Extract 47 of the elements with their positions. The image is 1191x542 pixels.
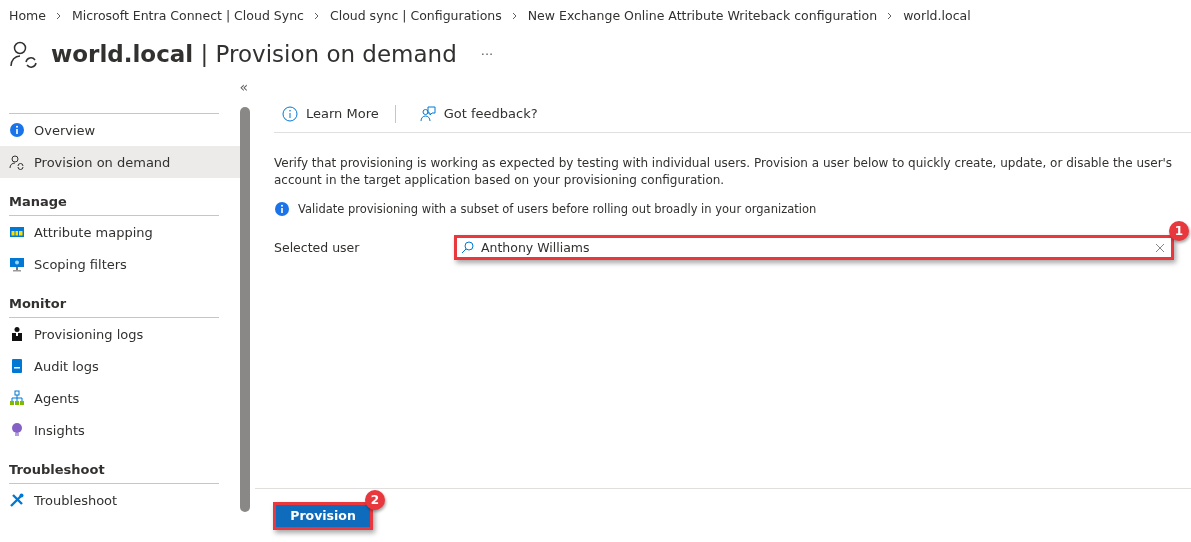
sidebar-item[interactable]: Insights — [0, 414, 240, 446]
feedback-icon — [419, 105, 436, 122]
section-heading: Troubleshoot — [8, 461, 106, 479]
breadcrumb-link[interactable]: Home — [9, 8, 46, 23]
table-icon — [9, 224, 25, 240]
more-button[interactable]: ··· — [480, 46, 494, 62]
toolbar-button[interactable]: Got feedback? — [411, 105, 538, 122]
field-label: Selected user — [274, 240, 361, 255]
toolbar-button[interactable]: Learn More — [274, 105, 379, 122]
section-heading: Monitor — [8, 295, 68, 313]
callout-badge: 2 — [365, 489, 385, 510]
sidebar-item[interactable]: Overview — [0, 114, 240, 146]
user-sync-icon — [9, 39, 39, 69]
network-icon — [9, 390, 25, 406]
breadcrumb-link[interactable]: world.local — [903, 8, 971, 23]
sidebar-item[interactable]: Agents — [0, 382, 240, 414]
sidebar-item[interactable]: Provision on demand — [0, 146, 240, 178]
sidebar-item[interactable]: Scoping filters — [0, 248, 240, 280]
chevron-icon — [510, 11, 519, 20]
scrollbar-thumb[interactable] — [240, 107, 250, 512]
description-text: Verify that provisioning is working as expected by testing with individual users. Provision a user below to quickly create, update, or disable the user's account in the target application based on your provisioning configuration. — [274, 155, 1174, 189]
breadcrumb-link[interactable]: Microsoft Entra Connect | Cloud Sync — [71, 8, 304, 23]
sidebar-item[interactable]: Troubleshoot — [0, 484, 240, 516]
callout-badge: 1 — [1169, 221, 1189, 241]
collapse-button[interactable]: « — [239, 79, 248, 95]
clear-icon[interactable] — [1155, 243, 1165, 253]
lightbulb-icon — [9, 422, 25, 438]
sidebar-item[interactable]: Provisioning logs — [0, 318, 240, 350]
search-icon — [461, 241, 474, 254]
chevron-icon — [54, 11, 63, 20]
user-search-field[interactable]: Anthony Williams — [454, 235, 1174, 260]
info-icon — [282, 105, 298, 122]
info-icon — [9, 122, 25, 138]
person-icon — [9, 326, 25, 342]
section-heading: Manage — [8, 193, 68, 211]
sidebar-item[interactable]: Audit logs — [0, 350, 240, 382]
book-icon — [9, 358, 25, 374]
chevron-icon — [312, 11, 321, 20]
info-message: Validate provisioning with a subset of users before rolling out broadly in your organization — [298, 202, 817, 216]
user-sync-icon — [9, 154, 25, 170]
breadcrumb-link[interactable]: Cloud sync | Configurations — [329, 8, 502, 23]
sidebar-item[interactable]: Attribute mapping — [0, 216, 240, 248]
monitor-icon — [9, 256, 25, 272]
page-title: world.local | Provision on demand — [51, 41, 457, 67]
breadcrumb-link[interactable]: New Exchange Online Attribute Writeback configuration — [527, 8, 878, 23]
info-icon — [274, 201, 290, 217]
wrench-icon — [9, 492, 25, 508]
